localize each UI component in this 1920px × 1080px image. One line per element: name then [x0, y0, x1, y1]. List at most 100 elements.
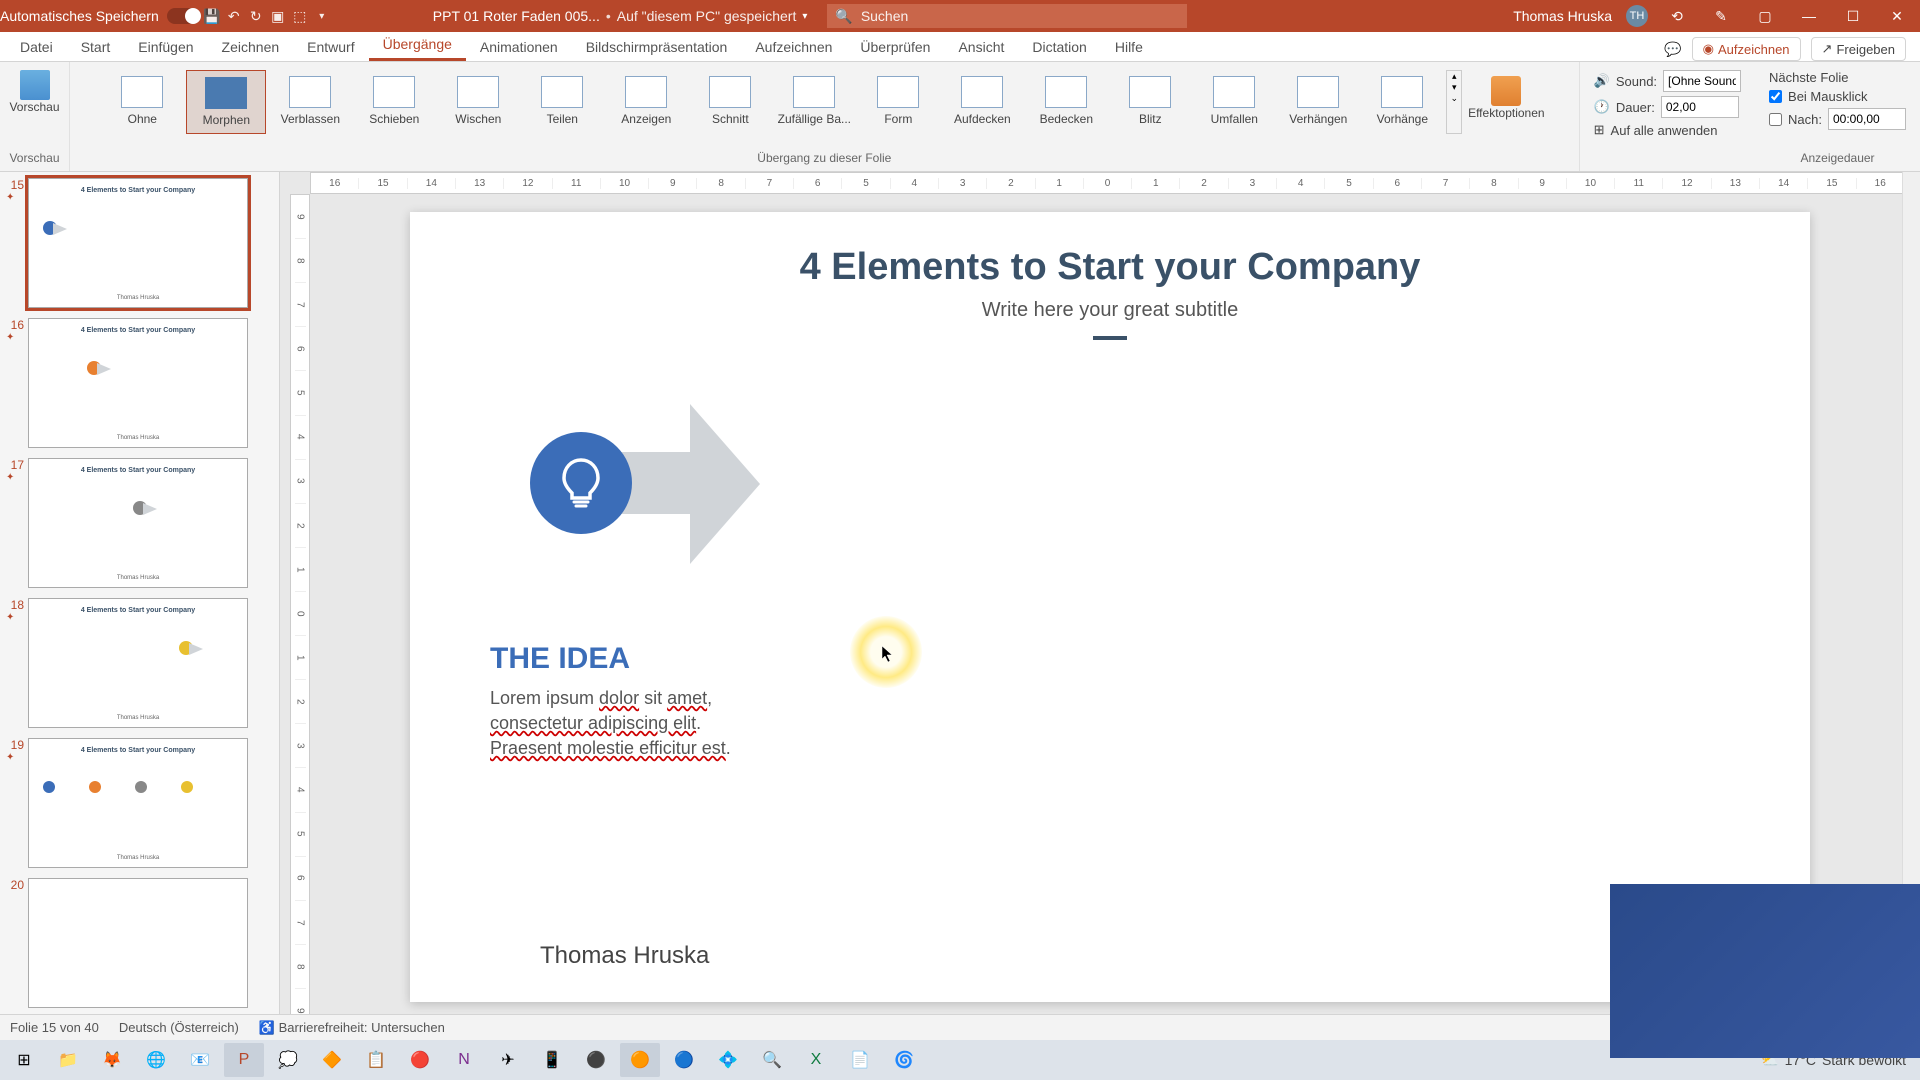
trans-bedecken[interactable]: Bedecken: [1026, 70, 1106, 134]
thumbnail-20[interactable]: [28, 878, 248, 1008]
app-icon-9[interactable]: 📄: [840, 1043, 880, 1077]
trans-schieben[interactable]: Schieben: [354, 70, 434, 134]
minimize-button[interactable]: —: [1794, 1, 1824, 31]
redo-icon[interactable]: ↻: [245, 5, 267, 27]
slide-title[interactable]: 4 Elements to Start your Company: [410, 246, 1810, 289]
tab-dictation[interactable]: Dictation: [1018, 33, 1100, 61]
thumbnail-15[interactable]: 4 Elements to Start your CompanyThomas H…: [28, 178, 248, 308]
tab-ansicht[interactable]: Ansicht: [944, 33, 1018, 61]
comments-icon[interactable]: 💬: [1664, 41, 1681, 58]
thumbnail-19[interactable]: 4 Elements to Start your Company Thomas …: [28, 738, 248, 868]
duration-input[interactable]: [1661, 96, 1739, 118]
maximize-button[interactable]: ☐: [1838, 1, 1868, 31]
trans-umfallen[interactable]: Umfallen: [1194, 70, 1274, 134]
record-button[interactable]: ◉Aufzeichnen: [1692, 37, 1801, 61]
trans-ohne[interactable]: Ohne: [102, 70, 182, 134]
thumbnail-17[interactable]: 4 Elements to Start your CompanyThomas H…: [28, 458, 248, 588]
start-button[interactable]: ⊞: [4, 1043, 44, 1077]
app-icon-2[interactable]: 📋: [356, 1043, 396, 1077]
app-icon-1[interactable]: 💭: [268, 1043, 308, 1077]
search-input[interactable]: 🔍 Suchen: [827, 4, 1187, 28]
outlook-icon[interactable]: 📧: [180, 1043, 220, 1077]
pen-icon[interactable]: ✎: [1706, 1, 1736, 31]
preview-button[interactable]: Vorschau: [5, 64, 65, 120]
tab-animationen[interactable]: Animationen: [466, 33, 572, 61]
window-icon[interactable]: ▢: [1750, 1, 1780, 31]
chrome-icon[interactable]: 🌐: [136, 1043, 176, 1077]
app-icon-4[interactable]: 📱: [532, 1043, 572, 1077]
slide-subtitle[interactable]: Write here your great subtitle: [410, 299, 1810, 322]
close-button[interactable]: ✕: [1882, 1, 1912, 31]
trans-wischen[interactable]: Wischen: [438, 70, 518, 134]
tab-start[interactable]: Start: [67, 33, 125, 61]
obs-icon[interactable]: ⚫: [576, 1043, 616, 1077]
trans-anzeigen[interactable]: Anzeigen: [606, 70, 686, 134]
avatar[interactable]: TH: [1626, 5, 1648, 27]
powerpoint-icon[interactable]: P: [224, 1043, 264, 1077]
firefox-icon[interactable]: 🦊: [92, 1043, 132, 1077]
tab-uebergaenge[interactable]: Übergänge: [369, 30, 466, 61]
transition-star-icon: ✦: [6, 752, 24, 763]
effect-options-button[interactable]: Effektoptionen: [1466, 70, 1546, 134]
app-icon-5[interactable]: 🟠: [620, 1043, 660, 1077]
slide-canvas[interactable]: 4 Elements to Start your Company Write h…: [410, 212, 1810, 1002]
sync-icon[interactable]: ⟲: [1662, 1, 1692, 31]
username[interactable]: Thomas Hruska: [1513, 8, 1612, 24]
trans-vorhaenge[interactable]: Vorhänge: [1362, 70, 1442, 134]
arrow-graphic[interactable]: [530, 432, 632, 534]
tab-zeichnen[interactable]: Zeichnen: [208, 33, 294, 61]
thumbnail-18[interactable]: 4 Elements to Start your CompanyThomas H…: [28, 598, 248, 728]
qat-more-icon[interactable]: ▾: [311, 5, 333, 27]
explorer-icon[interactable]: 📁: [48, 1043, 88, 1077]
trans-zufaellig[interactable]: Zufällige Ba...: [774, 70, 854, 134]
after-input[interactable]: [1828, 108, 1906, 130]
tab-entwurf[interactable]: Entwurf: [293, 33, 368, 61]
thumbnail-16[interactable]: 4 Elements to Start your CompanyThomas H…: [28, 318, 248, 448]
tab-datei[interactable]: Datei: [6, 33, 67, 61]
filename-area[interactable]: PPT 01 Roter Faden 005... • Auf "diesem …: [433, 8, 808, 24]
vlc-icon[interactable]: 🔶: [312, 1043, 352, 1077]
trans-blitz[interactable]: Blitz: [1110, 70, 1190, 134]
idea-heading: THE IDEA: [490, 642, 770, 676]
tab-ueberpruefen[interactable]: Überprüfen: [846, 33, 944, 61]
trans-verhaengen[interactable]: Verhängen: [1278, 70, 1358, 134]
thumb-num-15: 15: [6, 178, 24, 192]
trans-morphen[interactable]: Morphen: [186, 70, 266, 134]
sound-select[interactable]: [1663, 70, 1741, 92]
slide-thumbnails[interactable]: 15 ✦ 4 Elements to Start your CompanyThom…: [0, 172, 280, 1048]
horizontal-ruler: 1615141312111098765432101234567891011121…: [310, 172, 1906, 194]
timing-group-label: Anzeigedauer: [1800, 147, 1874, 169]
slide-counter[interactable]: Folie 15 von 40: [10, 1020, 99, 1035]
share-button[interactable]: ↗Freigeben: [1811, 37, 1906, 61]
tab-einfuegen[interactable]: Einfügen: [124, 33, 207, 61]
trans-schnitt[interactable]: Schnitt: [690, 70, 770, 134]
undo-icon[interactable]: ↶: [223, 5, 245, 27]
gallery-more[interactable]: ▴▾⌄: [1446, 70, 1462, 134]
save-icon[interactable]: 💾: [201, 5, 223, 27]
app-icon-3[interactable]: 🔴: [400, 1043, 440, 1077]
accessibility-check[interactable]: ♿ Barrierefreiheit: Untersuchen: [259, 1020, 445, 1036]
onclick-checkbox[interactable]: [1769, 90, 1782, 103]
tab-hilfe[interactable]: Hilfe: [1101, 33, 1157, 61]
telegram-icon[interactable]: ✈: [488, 1043, 528, 1077]
autosave-toggle[interactable]: [167, 8, 201, 24]
excel-icon[interactable]: X: [796, 1043, 836, 1077]
trans-teilen[interactable]: Teilen: [522, 70, 602, 134]
apply-all-button[interactable]: ⊞Auf alle anwenden: [1594, 122, 1741, 138]
app-icon-8[interactable]: 🔍: [752, 1043, 792, 1077]
tab-praesentation[interactable]: Bildschirmpräsentation: [572, 33, 742, 61]
onenote-icon[interactable]: N: [444, 1043, 484, 1077]
slide-author[interactable]: Thomas Hruska: [540, 942, 709, 970]
app-icon-7[interactable]: 💠: [708, 1043, 748, 1077]
edge-icon[interactable]: 🌀: [884, 1043, 924, 1077]
trans-aufdecken[interactable]: Aufdecken: [942, 70, 1022, 134]
touch-icon[interactable]: ⬚: [289, 5, 311, 27]
tab-aufzeichnen[interactable]: Aufzeichnen: [741, 33, 846, 61]
app-icon-6[interactable]: 🔵: [664, 1043, 704, 1077]
idea-textbox[interactable]: THE IDEA Lorem ipsum dolor sit amet, con…: [490, 642, 770, 762]
present-icon[interactable]: ▣: [267, 5, 289, 27]
trans-verblassen[interactable]: Verblassen: [270, 70, 350, 134]
after-checkbox[interactable]: [1769, 113, 1782, 126]
trans-form[interactable]: Form: [858, 70, 938, 134]
language-indicator[interactable]: Deutsch (Österreich): [119, 1020, 239, 1035]
